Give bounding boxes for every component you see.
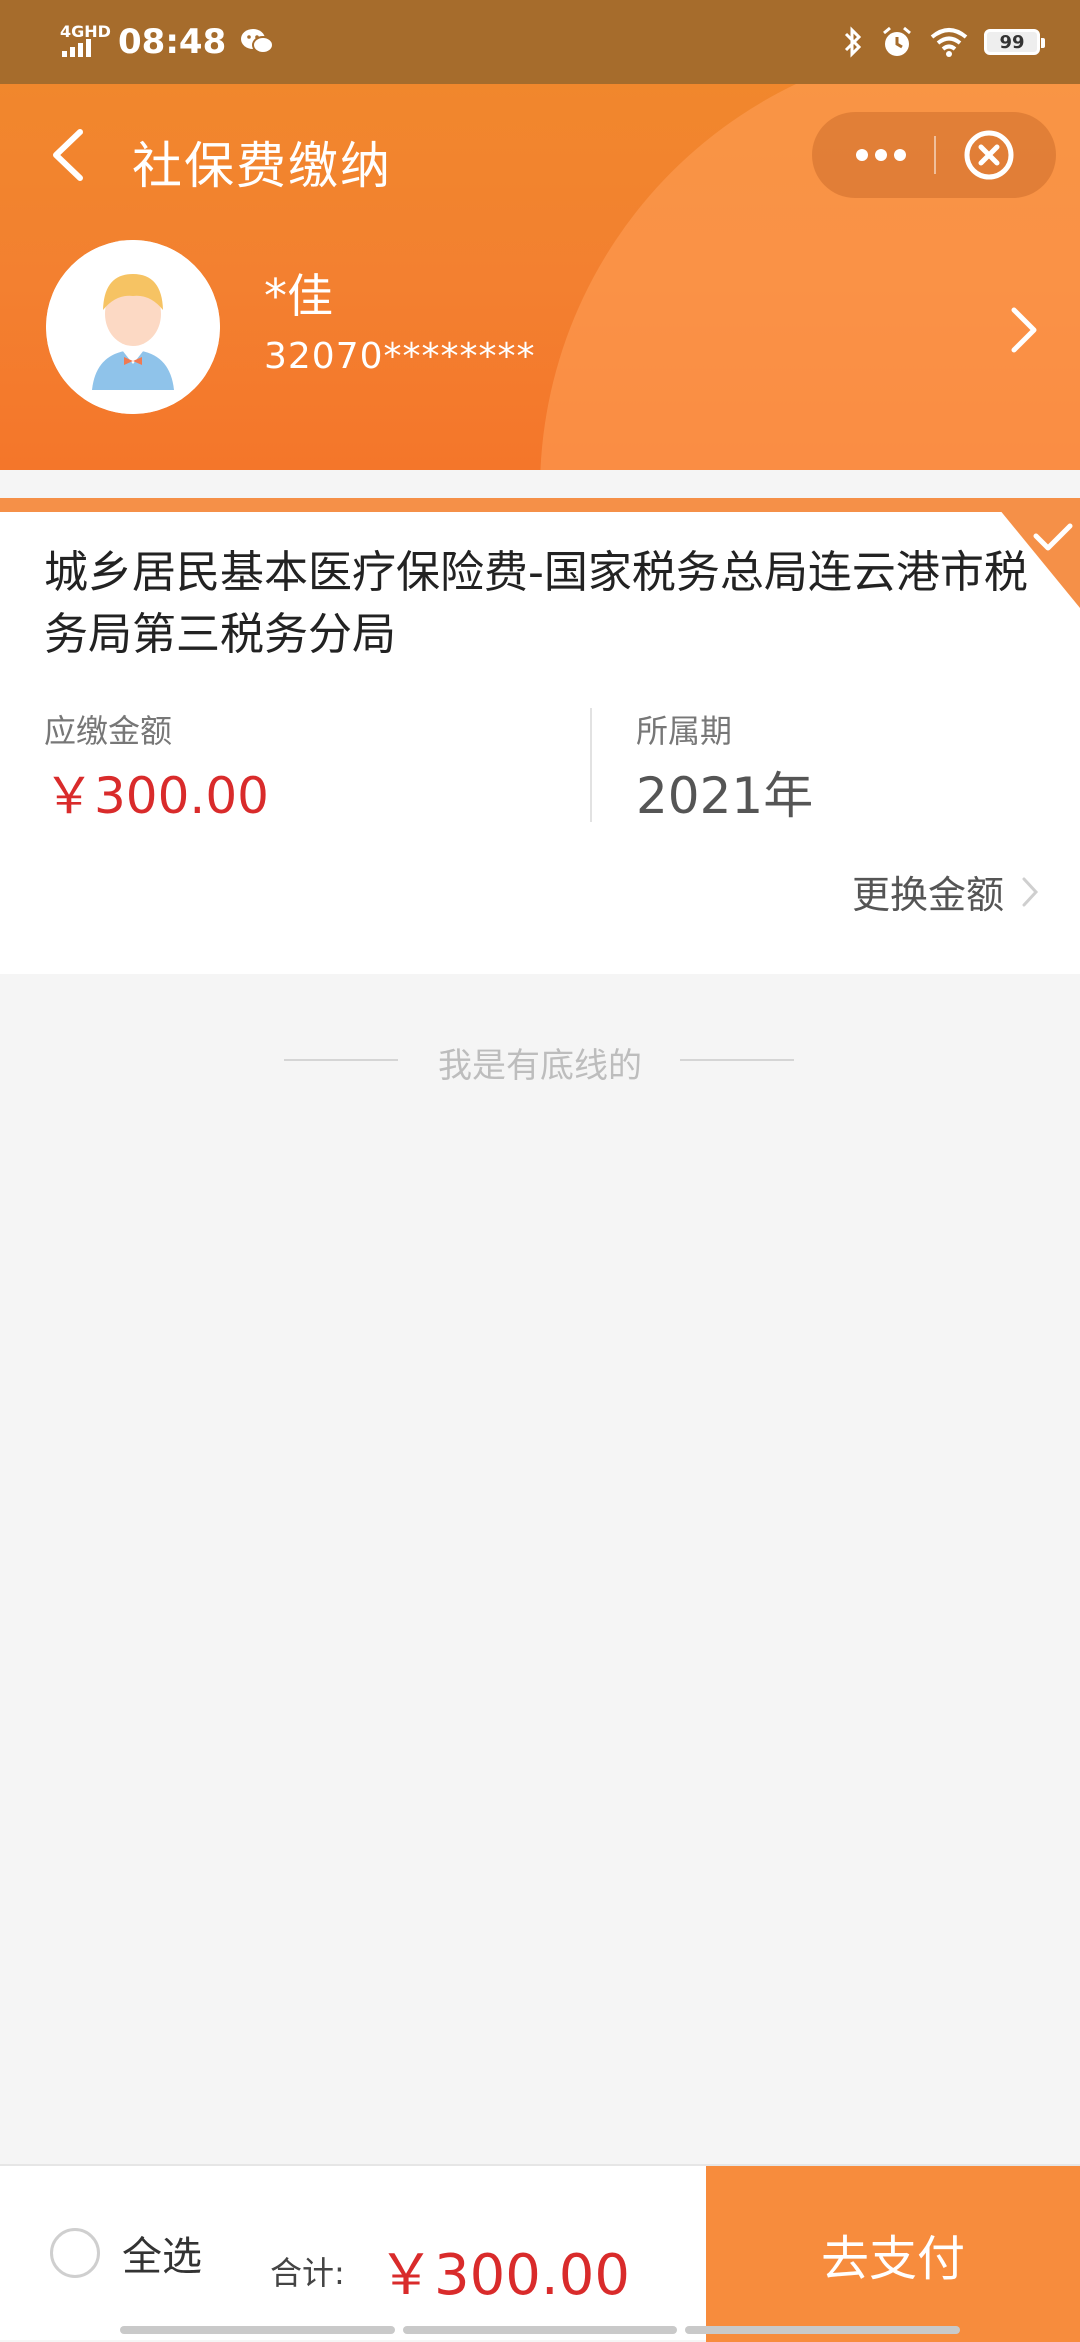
chevron-right-icon [1022, 877, 1039, 906]
payment-item-card[interactable]: 城乡居民基本医疗保险费-国家税务总局连云港市税务局第三税务分局 应缴金额 ￥30… [0, 512, 1080, 974]
home-indicator-segment [685, 2326, 961, 2334]
back-arrow-icon[interactable] [40, 122, 100, 188]
status-bar: 4GHD 08:48 99 [0, 0, 1080, 84]
item-title: 城乡居民基本医疗保险费-国家税务总局连云港市税务局第三税务分局 [44, 547, 1028, 660]
home-indicator-segment [120, 2326, 395, 2334]
list-end-divider: 我是有底线的 [0, 1030, 1080, 1090]
signal-bars [62, 39, 91, 57]
close-circle-icon[interactable] [962, 128, 1016, 182]
status-left: 4GHD 08:48 [60, 18, 275, 66]
change-amount-button[interactable]: 更换金额 [852, 864, 1040, 919]
user-id: 32070******** [264, 336, 536, 377]
amount-value: ￥300.00 [44, 767, 269, 825]
battery-level: 99 [999, 31, 1025, 53]
pay-button[interactable]: 去支付 [706, 2166, 1080, 2342]
select-all-toggle[interactable]: 全选 [50, 2224, 202, 2282]
total-value: ￥300.00 [378, 2243, 630, 2308]
avatar [46, 240, 220, 414]
header-banner: 4GHD 08:48 99 社保费缴纳 *佳 32070******** [0, 0, 1080, 470]
card-accent-bar [0, 498, 1080, 512]
amount-label: 应缴金额 [44, 712, 173, 750]
period-label: 所属期 [636, 712, 733, 750]
mini-program-capsule [812, 112, 1056, 198]
select-all-label: 全选 [122, 2234, 202, 2280]
divider [590, 708, 592, 822]
avatar-icon [46, 240, 220, 414]
user-info[interactable]: *佳 32070******** [0, 240, 1080, 420]
nav-bar: 社保费缴纳 [0, 100, 1080, 210]
chevron-right-icon [1011, 307, 1037, 353]
more-icon[interactable] [836, 112, 926, 198]
alarm-icon [883, 26, 911, 56]
home-indicator [120, 2326, 961, 2334]
list-end-text: 我是有底线的 [438, 1046, 642, 1086]
status-right: 99 [842, 22, 1045, 62]
battery-icon: 99 [984, 29, 1045, 55]
change-amount-label: 更换金额 [851, 873, 1004, 917]
wifi-icon [930, 28, 968, 57]
period-value: 2021年 [636, 767, 814, 825]
total-label: 合计: [270, 2254, 345, 2292]
status-time: 08:48 [118, 22, 227, 62]
bluetooth-icon [844, 26, 862, 58]
page-title: 社保费缴纳 [132, 137, 392, 195]
divider-right [680, 1059, 794, 1061]
signal-icon: 4GHD [60, 24, 111, 59]
radio-unchecked-icon[interactable] [50, 2228, 100, 2278]
capsule-divider [934, 136, 936, 174]
home-indicator-segment [402, 2326, 678, 2334]
wechat-icon [241, 29, 275, 54]
bottom-bar: 全选 合计: ￥300.00 去支付 [0, 2164, 1080, 2342]
user-name: *佳 [264, 269, 333, 323]
